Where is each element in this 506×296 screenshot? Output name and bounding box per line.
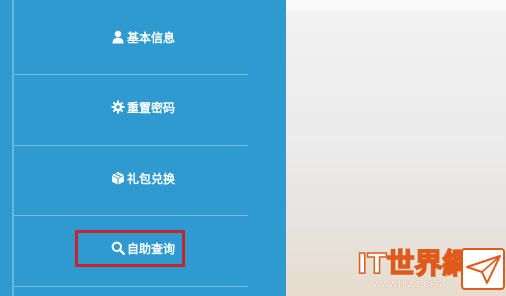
gift-box-icon (111, 171, 125, 185)
watermark-brand: IT世界網 (356, 247, 471, 280)
sidebar-item-label: 基本信息 (126, 30, 175, 45)
watermark: IT世界網 WWW.HNCE.ORG (356, 247, 506, 296)
sidebar: 基本信息 重置密码 礼包兑换 自助查询 (0, 0, 286, 296)
sidebar-item-label: 礼包兑换 (126, 171, 175, 186)
gear-icon (111, 100, 125, 114)
sidebar-item-basic-info[interactable]: 基本信息 (0, 22, 286, 52)
divider (14, 74, 248, 75)
watermark-url: WWW.HNCE.ORG (373, 280, 442, 289)
paper-plane-icon (461, 247, 506, 292)
divider (14, 286, 248, 287)
sidebar-item-label: 重置密码 (126, 100, 175, 115)
page: 基本信息 重置密码 礼包兑换 自助查询 IT世界網 WWW.HNCE.ORG (0, 0, 506, 296)
selection-highlight-box (75, 230, 185, 267)
sidebar-item-gift-redeem[interactable]: 礼包兑换 (0, 163, 286, 193)
divider (14, 215, 248, 216)
user-icon (111, 30, 125, 44)
divider (14, 145, 248, 146)
sidebar-item-reset-password[interactable]: 重置密码 (0, 92, 286, 122)
content-top-strip (286, 0, 506, 10)
